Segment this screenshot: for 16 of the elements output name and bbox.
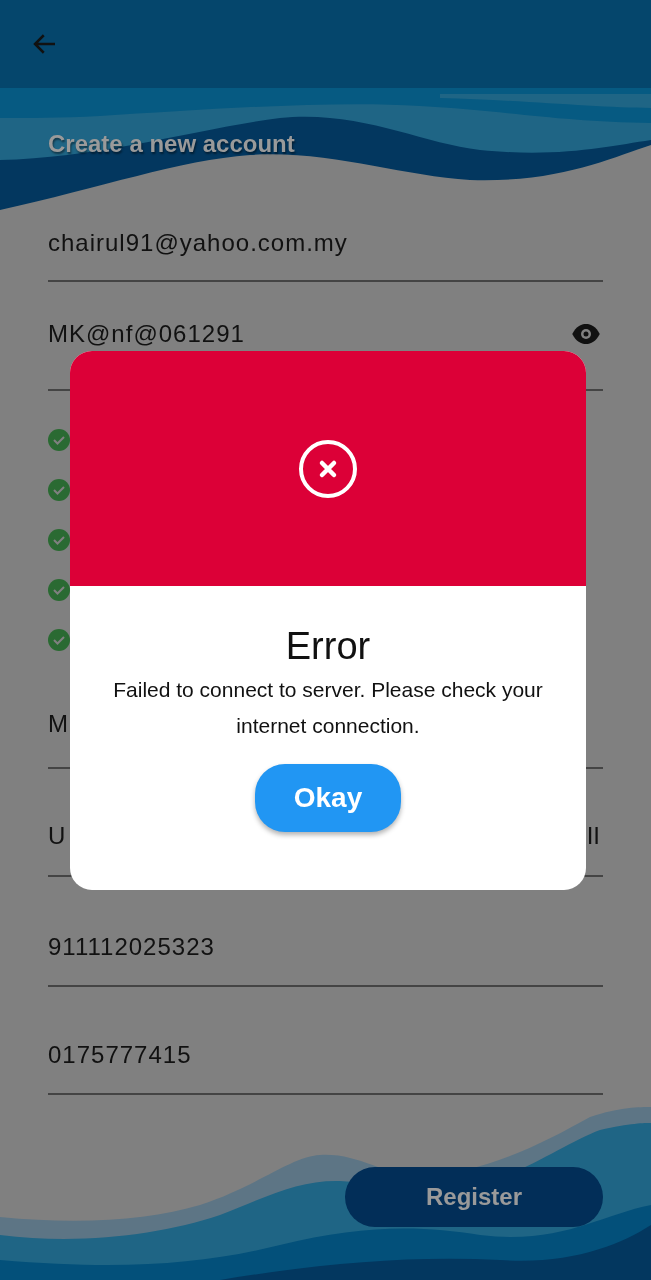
- dialog-title: Error: [285, 624, 371, 669]
- okay-button[interactable]: Okay: [255, 764, 401, 832]
- input-field[interactable]: chairul91@yahoo.com.my: [48, 228, 603, 258]
- close-icon: [298, 438, 358, 499]
- dialog-message: Failed to connect to server. Please check your internet connection.: [112, 677, 544, 739]
- field-value: MK@nf@061291: [48, 320, 245, 348]
- field-value: U: [48, 822, 67, 850]
- field-suffix: II: [586, 822, 600, 850]
- field-value: 911112025323: [48, 933, 215, 961]
- input-field[interactable]: 0175777415: [48, 1040, 603, 1070]
- field-value: 0175777415: [48, 1041, 192, 1069]
- register-button[interactable]: Register: [345, 1167, 603, 1227]
- input-field[interactable]: 911112025323: [48, 932, 603, 962]
- subtitle: Create a new account: [48, 130, 295, 158]
- input-field[interactable]: MK@nf@061291: [48, 319, 603, 349]
- field-value: chairul91@yahoo.com.my: [48, 229, 348, 257]
